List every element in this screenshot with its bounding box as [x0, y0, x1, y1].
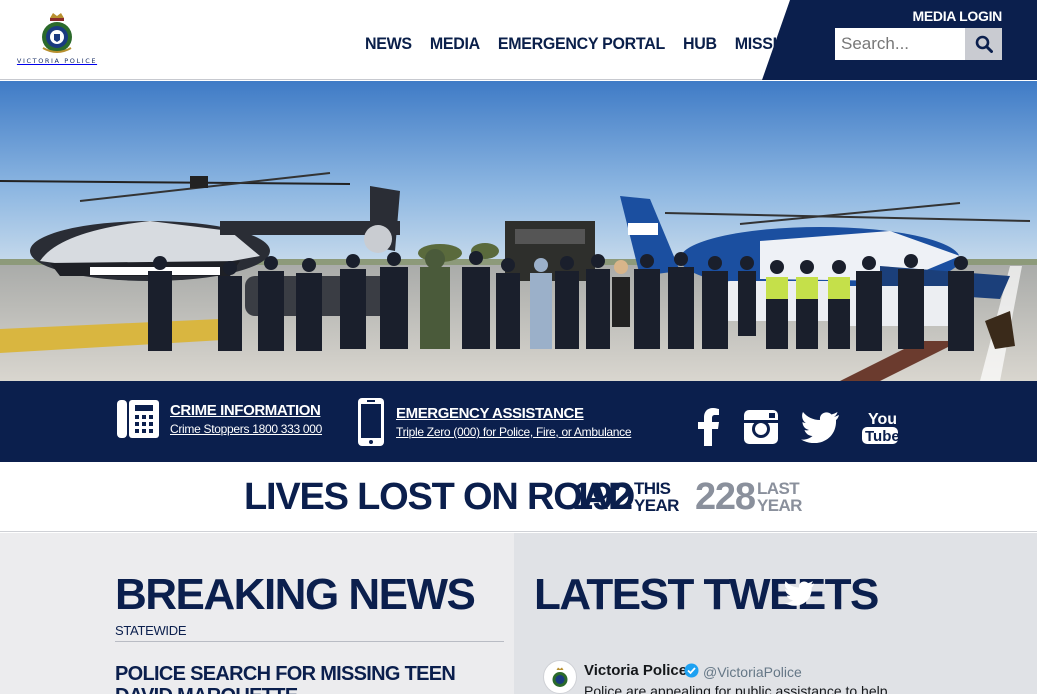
police-crest-icon	[42, 13, 72, 53]
media-login-link[interactable]: MEDIA LOGIN	[912, 8, 1002, 24]
victoria-police-logo[interactable]: VICTORIA POLICE	[14, 10, 100, 70]
hero-photo	[0, 81, 1037, 381]
site-header: VICTORIA POLICE NEWS MEDIA EMERGENCY POR…	[0, 0, 1037, 80]
twitter-link[interactable]	[801, 411, 839, 447]
youtube-link[interactable]: You Tube	[861, 409, 900, 449]
nav-news[interactable]: NEWS	[365, 36, 412, 55]
header-utility-panel: MEDIA LOGIN	[762, 0, 1037, 80]
road-toll-this-year-value: 192	[572, 476, 633, 518]
phone-icon	[117, 400, 159, 438]
nav-emergency-portal[interactable]: EMERGENCY PORTAL	[498, 36, 665, 55]
main-nav: NEWS MEDIA EMERGENCY PORTAL HUB MISSING	[365, 36, 800, 54]
hero-illustration	[0, 81, 1037, 381]
youtube-label-tube: Tube	[865, 428, 899, 445]
crime-information-subtitle: Crime Stoppers 1800 333 000	[170, 422, 323, 436]
tweet-author-name[interactable]: Victoria Police	[584, 662, 687, 679]
verified-badge-icon	[684, 663, 699, 678]
instagram-icon	[744, 410, 778, 444]
news-region-tag: STATEWIDE	[115, 623, 187, 638]
nav-media[interactable]: MEDIA	[430, 36, 480, 55]
youtube-label-you: You	[868, 411, 897, 428]
latest-tweets-heading: LATEST TWEETS	[534, 570, 879, 619]
breaking-news-heading: BREAKING NEWS	[115, 570, 476, 619]
tweet-text: Police are appealing for public assistan…	[584, 683, 888, 694]
road-toll-this-year-label: THIS YEAR	[634, 480, 679, 514]
tweet-author-handle[interactable]: @VictoriaPolice	[703, 664, 802, 680]
mobile-icon	[358, 398, 384, 446]
nav-hub[interactable]: HUB	[683, 36, 717, 55]
year-label-2: YEAR	[757, 496, 802, 515]
last-label: LAST	[757, 479, 800, 498]
social-links: You Tube	[695, 408, 900, 450]
road-toll-last-year-label: LAST YEAR	[757, 480, 802, 514]
latest-tweets-section: LATEST TWEETS Victoria Police @VictoriaP…	[514, 533, 1037, 694]
facebook-icon	[698, 408, 719, 446]
police-crest-avatar-icon	[552, 667, 568, 687]
logo-text: VICTORIA POLICE	[16, 57, 98, 65]
this-label: THIS	[634, 479, 671, 498]
search-input[interactable]	[835, 28, 965, 60]
tweet-avatar[interactable]	[543, 660, 577, 694]
crime-information-link[interactable]: CRIME INFORMATION Crime Stoppers 1800 33…	[116, 397, 322, 441]
twitter-bird-icon	[784, 581, 814, 606]
divider	[115, 641, 504, 642]
youtube-icon: You Tube	[862, 411, 900, 445]
search-icon	[975, 35, 993, 53]
search-button[interactable]	[965, 28, 1002, 60]
emergency-assistance-title: EMERGENCY ASSISTANCE	[396, 405, 584, 422]
emergency-assistance-subtitle: Triple Zero (000) for Police, Fire, or A…	[396, 425, 632, 439]
year-label: YEAR	[634, 496, 679, 515]
breaking-news-section: BREAKING NEWS STATEWIDE POLICE SEARCH FO…	[0, 533, 514, 694]
road-toll-last-year-value: 228	[695, 476, 756, 518]
twitter-icon	[801, 412, 839, 444]
crime-information-title: CRIME INFORMATION	[170, 402, 321, 419]
facebook-link[interactable]	[695, 408, 721, 450]
instagram-link[interactable]	[743, 409, 779, 449]
news-headline-link[interactable]: POLICE SEARCH FOR MISSING TEEN DAVID MAR…	[115, 663, 495, 694]
emergency-assistance-link[interactable]: EMERGENCY ASSISTANCE Triple Zero (000) f…	[356, 397, 632, 447]
road-toll-bar: LIVES LOST ON ROAD 192 THIS YEAR 228 LAS…	[0, 462, 1037, 532]
